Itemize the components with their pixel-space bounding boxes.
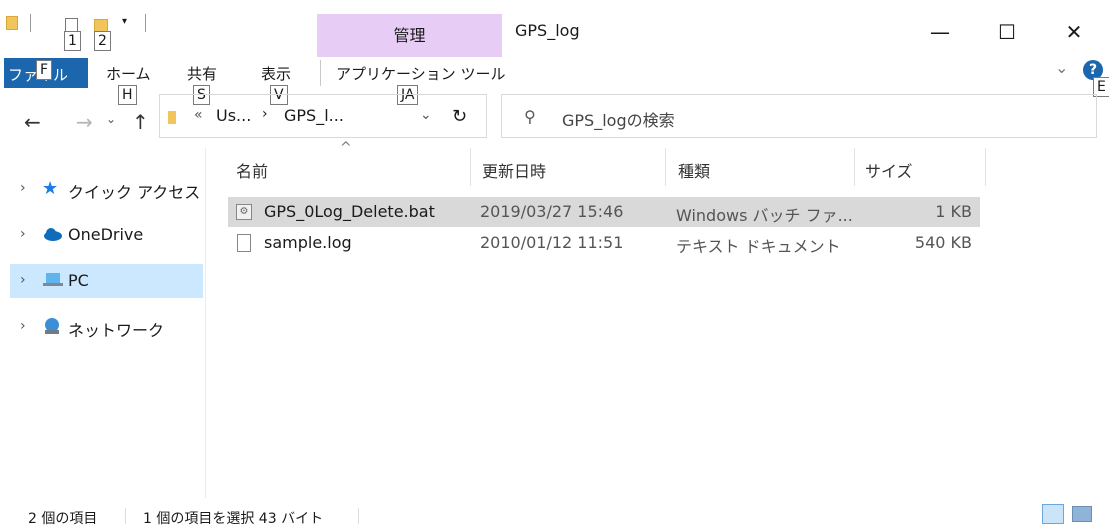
crumb-separator-icon[interactable]: › [262, 106, 268, 122]
computer-icon [42, 270, 63, 290]
file-size: 1 KB [935, 202, 972, 221]
nav-item-label: PC [68, 271, 89, 290]
minimize-button[interactable]: — [920, 12, 960, 52]
column-header-modified[interactable]: 更新日時 [482, 158, 546, 182]
status-bar: 2 個の項目 1 個の項目を選択 43 バイト [0, 500, 1109, 528]
column-divider[interactable] [470, 148, 471, 186]
chevron-right-icon[interactable]: › [20, 272, 26, 288]
folder-icon [6, 16, 18, 30]
file-size: 540 KB [914, 233, 972, 252]
network-icon [42, 316, 62, 336]
crumb-users[interactable]: Us... [216, 106, 251, 125]
contextual-group-label: 管理 [393, 26, 426, 45]
column-header-name[interactable]: 名前 [236, 158, 268, 182]
chevron-right-icon[interactable]: › [20, 318, 26, 334]
cloud-icon [42, 224, 62, 244]
folder-icon [168, 111, 176, 124]
customize-quick-access-icon[interactable]: ▾ [122, 16, 127, 27]
column-divider[interactable] [985, 148, 986, 186]
separator [145, 14, 146, 32]
large-icons-view-icon[interactable] [1072, 506, 1092, 522]
sort-ascending-icon: ^ [340, 140, 352, 156]
column-divider[interactable] [665, 148, 666, 186]
text-file-icon [237, 234, 251, 252]
file-name: sample.log [264, 233, 352, 252]
nav-item-label: ネットワーク [68, 321, 165, 340]
address-bar[interactable]: « Us... › GPS_l... ⌄ [159, 94, 487, 138]
nav-item-pc[interactable]: › PC [10, 264, 203, 298]
selection-info: 1 個の項目を選択 43 バイト [143, 511, 324, 527]
title-bar: ▾ 1 2 管理 GPS_log — ☐ ✕ [0, 0, 1109, 57]
tab-home[interactable]: ホーム [106, 63, 151, 84]
tab-view[interactable]: 表示 [261, 63, 291, 84]
details-view-icon[interactable] [1042, 504, 1064, 524]
column-header-size[interactable]: サイズ [865, 158, 913, 182]
column-divider[interactable] [854, 148, 855, 186]
nav-item-onedrive[interactable]: › OneDrive [10, 218, 203, 252]
nav-item-network[interactable]: › ネットワーク [10, 310, 203, 344]
chevron-right-icon[interactable]: › [20, 226, 26, 242]
expand-ribbon-icon[interactable]: ⌄ [1055, 58, 1068, 77]
nav-item-label: クイック アクセス [68, 183, 201, 202]
item-count: 2 個の項目 [28, 511, 98, 527]
keytip-1: 1 [64, 31, 81, 51]
address-dropdown-icon[interactable]: ⌄ [420, 107, 432, 123]
keytip-h: H [118, 85, 137, 105]
pane-divider[interactable] [205, 148, 206, 498]
batch-file-icon: ⚙ [236, 204, 252, 220]
table-row[interactable]: ⚙ GPS_0Log_Delete.bat 2019/03/27 15:46 W… [228, 197, 980, 227]
separator [358, 508, 359, 524]
up-icon[interactable]: ↑ [132, 110, 149, 134]
separator [320, 60, 321, 86]
maximize-button[interactable]: ☐ [987, 12, 1027, 52]
separator [30, 14, 31, 32]
search-icon: ⚲ [524, 107, 536, 126]
refresh-icon[interactable]: ↻ [452, 106, 467, 127]
nav-item-quick-access[interactable]: › ★ クイック アクセス [10, 172, 203, 206]
star-icon: ★ [42, 178, 59, 199]
back-icon[interactable]: ← [24, 110, 41, 134]
tab-share[interactable]: 共有 [187, 63, 217, 84]
forward-icon[interactable]: → [76, 110, 93, 134]
file-type: テキスト ドキュメント [676, 237, 841, 256]
nav-item-label: OneDrive [68, 225, 144, 244]
column-header-type[interactable]: 種類 [678, 158, 710, 182]
overflow-crumb[interactable]: « [194, 107, 203, 123]
keytip-f: F [36, 60, 53, 80]
file-type: Windows バッチ ファ... [676, 206, 853, 225]
crumb-gps-log[interactable]: GPS_l... [284, 106, 344, 125]
chevron-right-icon[interactable]: › [20, 180, 26, 196]
file-name: GPS_0Log_Delete.bat [264, 202, 435, 221]
keytip-2: 2 [94, 31, 111, 51]
file-modified: 2019/03/27 15:46 [480, 202, 624, 221]
file-modified: 2010/01/12 11:51 [480, 233, 624, 252]
table-row[interactable]: sample.log 2010/01/12 11:51 テキスト ドキュメント … [228, 228, 980, 258]
window-title: GPS_log [515, 21, 580, 40]
close-button[interactable]: ✕ [1054, 12, 1094, 52]
separator [125, 508, 126, 524]
recent-locations-icon[interactable]: ⌄ [106, 112, 116, 126]
search-input[interactable]: GPS_logの検索 [562, 107, 675, 131]
contextual-tab-group-manage: 管理 [317, 14, 502, 57]
search-box[interactable]: ⚲ GPS_logの検索 [501, 94, 1097, 138]
tab-application-tools[interactable]: アプリケーション ツール [336, 63, 505, 84]
